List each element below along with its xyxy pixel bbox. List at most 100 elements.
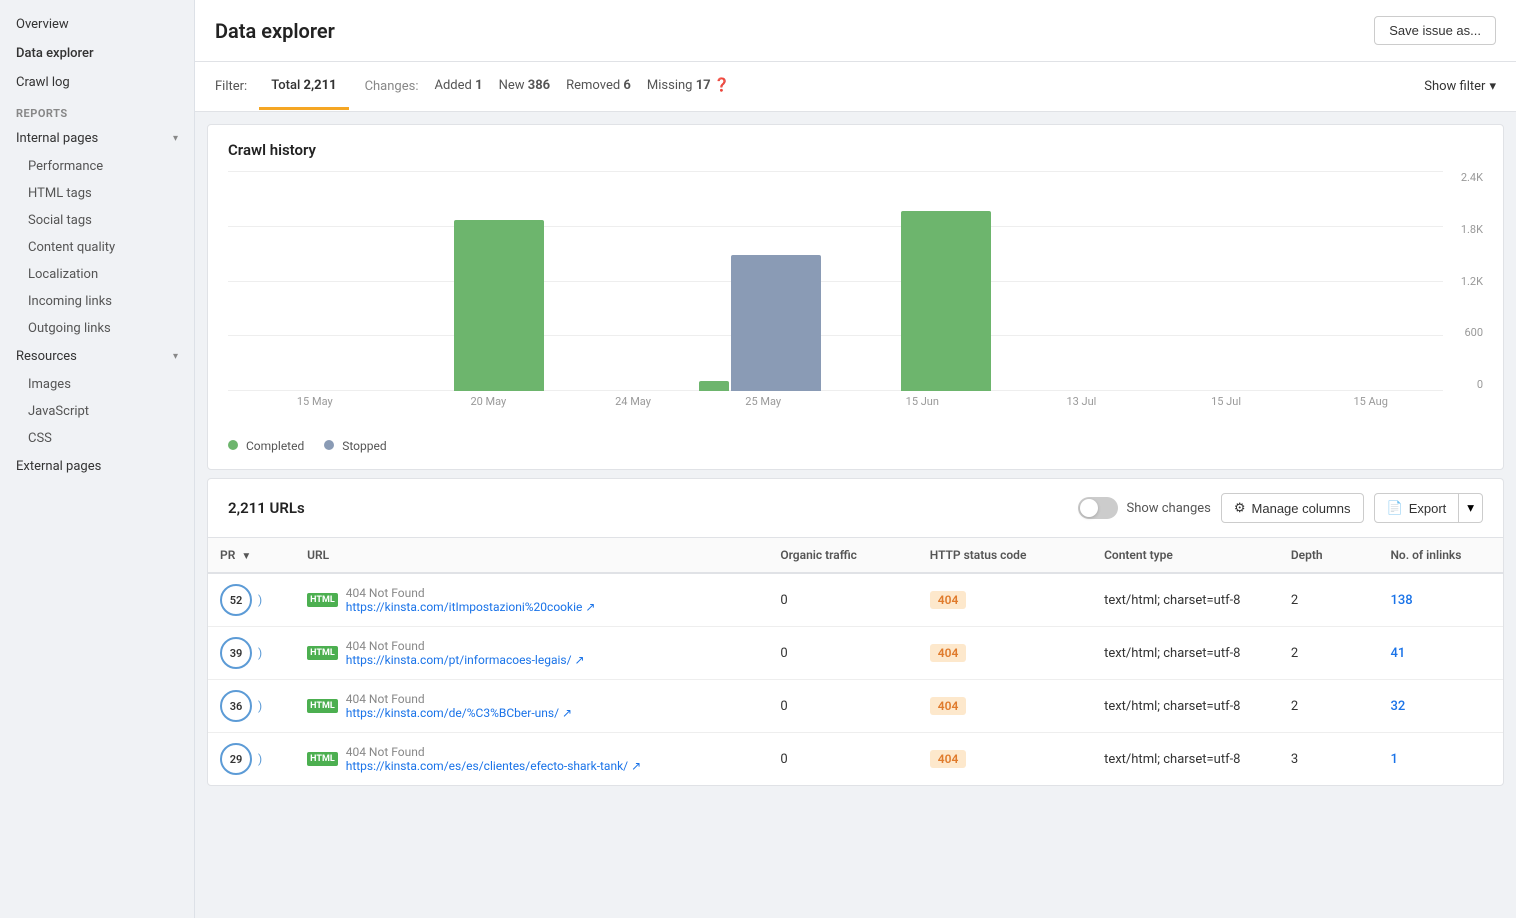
inlink-count[interactable]: 41 (1390, 646, 1405, 661)
legend-stopped: Stopped (324, 439, 386, 453)
export-button[interactable]: 📄 Export (1374, 493, 1460, 523)
cell-traffic-3: 0 (768, 733, 917, 786)
sidebar-item-images[interactable]: Images (0, 371, 194, 398)
inlink-count[interactable]: 32 (1390, 699, 1405, 714)
sidebar-item-incoming-links[interactable]: Incoming links (0, 288, 194, 315)
urls-table-card: 2,211 URLs Show changes ⚙ Manage columns (207, 478, 1504, 786)
sidebar-item-resources[interactable]: Resources ▾ (0, 342, 194, 371)
filter-tab-missing[interactable]: Missing 17 ❓ (639, 64, 738, 110)
y-label-1800: 1.8K (1447, 223, 1483, 236)
html-badge: HTML (307, 752, 338, 766)
show-filter-button[interactable]: Show filter ▾ (1424, 79, 1496, 94)
bar-24may-green (699, 381, 729, 391)
page-header: Data explorer Save issue as... (195, 0, 1516, 62)
col-header-inlinks: No. of inlinks (1378, 538, 1503, 573)
manage-columns-button[interactable]: ⚙ Manage columns (1221, 493, 1364, 523)
save-issue-button[interactable]: Save issue as... (1374, 16, 1496, 45)
cell-inlinks-2: 32 (1378, 680, 1503, 733)
html-badge: HTML (307, 699, 338, 713)
filter-bar: Filter: Total 2,211 Changes: Added 1 New… (195, 62, 1516, 112)
col-header-url: URL (295, 538, 768, 573)
url-info: 404 Not Found https://kinsta.com/itImpos… (346, 586, 596, 614)
http-status-badge: 404 (930, 591, 967, 609)
cell-traffic-2: 0 (768, 680, 917, 733)
sidebar: Overview Data explorer Crawl log REPORTS… (0, 0, 195, 918)
url-link[interactable]: https://kinsta.com/itImpostazioni%20cook… (346, 600, 596, 614)
pr-circle: 29 (220, 743, 252, 775)
url-status-text: 404 Not Found (346, 745, 641, 759)
show-changes-toggle[interactable] (1078, 497, 1118, 519)
pr-arrow-icon: ) (258, 699, 262, 713)
col-header-traffic: Organic traffic (768, 538, 917, 573)
sidebar-item-social-tags[interactable]: Social tags (0, 207, 194, 234)
table-controls: Show changes ⚙ Manage columns 📄 Export ▾ (1078, 493, 1483, 523)
cell-depth-1: 2 (1279, 627, 1379, 680)
table-row: 36 ) HTML 404 Not Found https://kinsta.c… (208, 680, 1503, 733)
html-badge: HTML (307, 646, 338, 660)
main-area: Data explorer Save issue as... Filter: T… (195, 0, 1516, 918)
pr-arrow-icon: ) (258, 593, 262, 607)
url-status-text: 404 Not Found (346, 586, 596, 600)
export-dropdown-button[interactable]: ▾ (1459, 493, 1483, 523)
cell-content-0: text/html; charset=utf-8 (1092, 573, 1279, 627)
filter-tab-removed[interactable]: Removed 6 (558, 64, 639, 110)
url-link[interactable]: https://kinsta.com/es/es/clientes/efecto… (346, 759, 641, 773)
sidebar-item-internal-pages[interactable]: Internal pages ▾ (0, 124, 194, 153)
x-label-15jul: 15 Jul (1154, 395, 1299, 408)
pr-circle: 39 (220, 637, 252, 669)
pr-arrow-icon: ) (258, 752, 262, 766)
sidebar-item-outgoing-links[interactable]: Outgoing links (0, 315, 194, 342)
show-changes-label: Show changes (1126, 501, 1210, 516)
sidebar-item-crawl-log[interactable]: Crawl log (0, 68, 194, 97)
sidebar-item-javascript[interactable]: JavaScript (0, 398, 194, 425)
sidebar-item-overview[interactable]: Overview (0, 10, 194, 39)
cell-url-2: HTML 404 Not Found https://kinsta.com/de… (295, 680, 768, 733)
crawl-history-title: Crawl history (228, 141, 1483, 159)
sidebar-item-css[interactable]: CSS (0, 425, 194, 452)
bar-15jun-green (901, 211, 991, 391)
sidebar-item-data-explorer[interactable]: Data explorer (0, 39, 194, 68)
filter-tab-new[interactable]: New 386 (491, 64, 559, 110)
col-header-pr[interactable]: PR ▼ (208, 538, 295, 573)
sidebar-item-performance[interactable]: Performance (0, 153, 194, 180)
chart-legend: Completed Stopped (228, 439, 1483, 453)
chevron-down-icon: ▾ (1489, 79, 1496, 94)
url-link[interactable]: https://kinsta.com/de/%C3%BCber-uns/ ↗ (346, 706, 572, 720)
url-info: 404 Not Found https://kinsta.com/pt/info… (346, 639, 585, 667)
filter-tab-total[interactable]: Total 2,211 (259, 64, 348, 110)
inlink-count[interactable]: 138 (1390, 593, 1412, 608)
y-label-2400: 2.4K (1447, 171, 1483, 184)
url-status-text: 404 Not Found (346, 692, 572, 706)
cell-traffic-0: 0 (768, 573, 917, 627)
filter-label: Filter: (215, 79, 247, 94)
url-link[interactable]: https://kinsta.com/pt/informacoes-legais… (346, 653, 585, 667)
col-header-http-status: HTTP status code (918, 538, 1092, 573)
url-info: 404 Not Found https://kinsta.com/de/%C3%… (346, 692, 572, 720)
data-table: PR ▼ URL Organic traffic HTTP status cod… (208, 538, 1503, 785)
x-label-15jun: 15 Jun (836, 395, 1010, 408)
chart-area: 2.4K 1.8K 1.2K 600 0 15 May 20 May 24 Ma… (228, 171, 1483, 431)
x-label-15aug: 15 Aug (1298, 395, 1443, 408)
y-label-1200: 1.2K (1447, 275, 1483, 288)
sidebar-item-localization[interactable]: Localization (0, 261, 194, 288)
x-label-20may: 20 May (402, 395, 576, 408)
http-status-badge: 404 (930, 697, 967, 715)
inlink-count[interactable]: 1 (1390, 752, 1397, 767)
chevron-down-icon: ▾ (173, 351, 178, 362)
cell-depth-3: 3 (1279, 733, 1379, 786)
x-label-24may: 24 May (575, 395, 691, 408)
filter-tab-added[interactable]: Added 1 (427, 64, 491, 110)
x-label-13jul: 13 Jul (1009, 395, 1154, 408)
legend-completed: Completed (228, 439, 304, 453)
export-icon: 📄 (1387, 500, 1403, 516)
cell-pr-1: 39 ) (208, 627, 295, 680)
url-status-text: 404 Not Found (346, 639, 585, 653)
sidebar-item-html-tags[interactable]: HTML tags (0, 180, 194, 207)
crawl-history-card: Crawl history (207, 124, 1504, 470)
table-row: 52 ) HTML 404 Not Found https://kinsta.c… (208, 573, 1503, 627)
toggle-knob (1080, 499, 1098, 517)
sidebar-item-content-quality[interactable]: Content quality (0, 234, 194, 261)
sidebar-item-external-pages[interactable]: External pages (0, 452, 194, 481)
reports-section-label: REPORTS (0, 97, 194, 124)
http-status-badge: 404 (930, 644, 967, 662)
